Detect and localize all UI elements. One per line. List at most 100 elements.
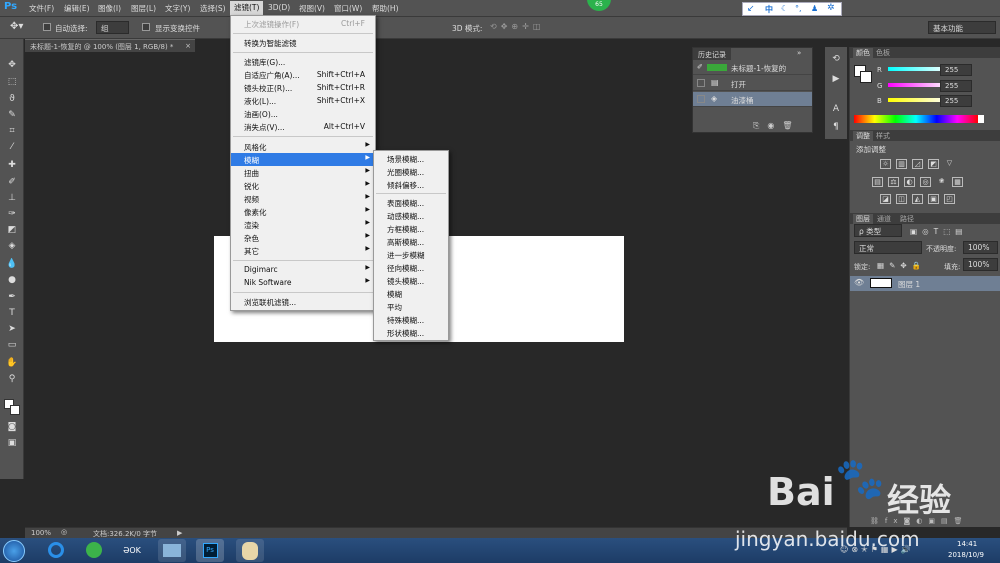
other-item[interactable]: 其它 ▶	[231, 244, 375, 257]
vibrance-icon[interactable]: ▽	[944, 159, 955, 169]
g-value[interactable]: 255	[940, 80, 972, 92]
hand-icon[interactable]: ✋	[6, 357, 18, 369]
box-blur-item[interactable]: 方框模糊...	[374, 222, 448, 235]
tab-color[interactable]: 颜色	[853, 48, 873, 58]
zoom-level[interactable]: 100%	[31, 529, 51, 537]
browser-taskbar-icon[interactable]	[42, 539, 70, 562]
lock-icons[interactable]: ▦✎✥🔒	[877, 261, 926, 270]
pen-icon[interactable]: ✒	[6, 291, 18, 303]
layer-row[interactable]: 👁 图层 1	[850, 276, 1000, 291]
eyedropper-icon[interactable]: ⁄	[6, 141, 18, 153]
smart-blur-item[interactable]: 特殊模糊...	[374, 313, 448, 326]
white-swatch[interactable]	[978, 115, 984, 123]
history-dock-icon[interactable]: ⟲	[830, 53, 842, 65]
bg-swatch[interactable]	[860, 71, 872, 83]
settings-icon[interactable]: ✲	[827, 3, 835, 13]
dodge-icon[interactable]: ●	[6, 274, 18, 286]
photoshop-taskbar-icon[interactable]: Ps	[196, 539, 224, 562]
history-checkbox[interactable]	[697, 95, 705, 103]
history-checkbox[interactable]	[697, 79, 705, 87]
collapse-icon[interactable]: »	[797, 49, 801, 57]
actions-dock-icon[interactable]: ▶	[830, 73, 842, 85]
menu-window[interactable]: 窗口(W)	[334, 3, 362, 14]
tab-paths[interactable]: 路径	[900, 214, 914, 224]
brush-icon[interactable]: ✐	[6, 176, 18, 188]
tab-adjustments[interactable]: 调整	[853, 131, 873, 141]
color-balance-icon[interactable]: ⚖	[888, 177, 899, 187]
browse-filters-item[interactable]: 浏览联机滤镜...	[231, 295, 375, 308]
menu-filter[interactable]: 滤镜(T)	[230, 1, 264, 16]
invert-icon[interactable]: ◪	[880, 194, 891, 204]
ime-icon[interactable]: ↙	[747, 4, 755, 14]
shape-icon[interactable]: ▭	[6, 339, 18, 351]
r-value[interactable]: 255	[940, 64, 972, 76]
move-icon[interactable]: ✥	[6, 59, 18, 71]
lasso-icon[interactable]: ϑ	[6, 93, 18, 105]
adaptive-wide-angle-item[interactable]: 自适应广角(A)... Shift+Ctrl+A	[231, 68, 375, 81]
menu-select[interactable]: 选择(S)	[200, 3, 226, 14]
oil-paint-item[interactable]: 油画(O)...	[231, 107, 375, 120]
fill-input[interactable]: 100%	[963, 258, 998, 271]
history-snapshot[interactable]: ✐ 未标题-1-恢复的	[693, 60, 812, 75]
average-item[interactable]: 平均	[374, 300, 448, 313]
zoom-icon[interactable]: ⚲	[6, 373, 18, 385]
screen-mode-icon[interactable]: ▣	[6, 437, 18, 449]
history-actions[interactable]: ⎘◉🗑	[753, 121, 801, 131]
media-taskbar-icon[interactable]: ƏOK	[118, 539, 146, 562]
color-spectrum[interactable]	[854, 115, 978, 123]
photo-filter-icon[interactable]: ◎	[920, 177, 931, 187]
move-tool-icon[interactable]: ✥▾	[10, 21, 23, 32]
quick-mask-icon[interactable]: ◙	[6, 421, 18, 433]
document-tab[interactable]: 未标题-1-恢复的 @ 100% (图层 1, RGB/8) * ×	[25, 39, 195, 52]
type-icon[interactable]: T	[6, 307, 18, 319]
threshold-icon[interactable]: ◭	[912, 194, 923, 204]
noise-item[interactable]: 杂色 ▶	[231, 231, 375, 244]
layer-filter-icons[interactable]: ▣◎T⬚▤	[910, 227, 967, 236]
video-item[interactable]: 视频 ▶	[231, 192, 375, 205]
paint-bucket-icon[interactable]: ◈	[6, 240, 18, 252]
levels-icon[interactable]: ▥	[896, 159, 907, 169]
channel-mixer-icon[interactable]: ❀	[936, 177, 947, 187]
gaussian-blur-item[interactable]: 高斯模糊...	[374, 235, 448, 248]
menu-help[interactable]: 帮助(H)	[372, 3, 399, 14]
status-arrow-icon[interactable]: ▶	[177, 529, 182, 537]
r-slider[interactable]	[888, 67, 948, 71]
radial-blur-item[interactable]: 径向模糊...	[374, 261, 448, 274]
menu-layer[interactable]: 图层(L)	[131, 3, 156, 14]
moon-icon[interactable]: ☾	[781, 4, 788, 13]
stamp-icon[interactable]: ⊥	[6, 192, 18, 204]
bw-icon[interactable]: ◐	[904, 177, 915, 187]
history-row[interactable]: ▤ 打开	[693, 76, 812, 91]
motion-blur-item[interactable]: 动感模糊...	[374, 209, 448, 222]
paragraph-dock-icon[interactable]: ¶	[830, 121, 842, 133]
b-slider[interactable]	[888, 98, 948, 102]
selective-color-icon[interactable]: ◰	[944, 194, 955, 204]
iris-blur-item[interactable]: 光圈模糊...	[374, 165, 448, 178]
history-row[interactable]: ◈ 油漆桶	[693, 92, 812, 107]
quick-select-icon[interactable]: ✎	[6, 109, 18, 121]
brightness-icon[interactable]: ☼	[880, 159, 891, 169]
menu-edit[interactable]: 编辑(E)	[64, 3, 90, 14]
render-item[interactable]: 渲染 ▶	[231, 218, 375, 231]
user-icon[interactable]: ♟	[811, 4, 818, 13]
surface-blur-item[interactable]: 表面模糊...	[374, 196, 448, 209]
background-color-swatch[interactable]	[10, 405, 20, 415]
curves-icon[interactable]: ◿	[912, 159, 923, 169]
close-tab-icon[interactable]: ×	[185, 42, 191, 50]
group-select[interactable]: 组	[96, 21, 129, 34]
app-taskbar-icon[interactable]	[80, 539, 108, 562]
g-slider[interactable]	[888, 83, 948, 87]
eraser-icon[interactable]: ◩	[6, 224, 18, 236]
posterize-icon[interactable]: ◫	[896, 194, 907, 204]
punct-icon[interactable]: °,	[795, 4, 802, 13]
ime-lang[interactable]: 中	[765, 4, 773, 15]
blend-mode-select[interactable]: 正常	[854, 241, 922, 254]
hue-sat-icon[interactable]: ▤	[872, 177, 883, 187]
history-brush-icon[interactable]: ✑	[6, 208, 18, 220]
shape-blur-item[interactable]: 形状模糊...	[374, 326, 448, 339]
tab-layers[interactable]: 图层	[853, 214, 873, 224]
liquify-item[interactable]: 液化(L)... Shift+Ctrl+X	[231, 94, 375, 107]
b-value[interactable]: 255	[940, 95, 972, 107]
layer-filter-select[interactable]: ρ 类型	[854, 224, 902, 237]
stylize-item[interactable]: 风格化 ▶	[231, 140, 375, 153]
